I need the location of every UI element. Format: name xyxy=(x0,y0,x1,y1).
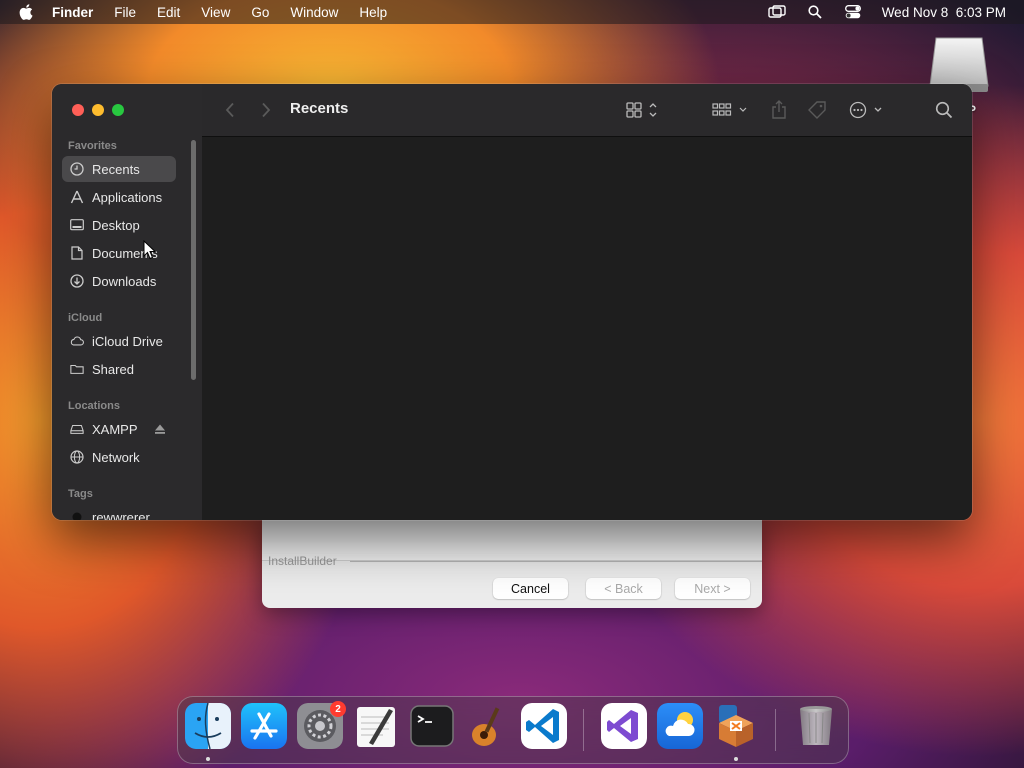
locations-header: Locations xyxy=(68,400,120,412)
icloud-header: iCloud xyxy=(68,312,103,324)
sidebar-item-label: Downloads xyxy=(92,273,157,289)
dock-visual-studio-icon[interactable] xyxy=(601,703,647,749)
sidebar-item-tag[interactable]: rewwrerer xyxy=(62,504,176,520)
dock-trash-icon[interactable] xyxy=(793,703,839,749)
installer-panel xyxy=(262,520,762,561)
dock-vscode-icon[interactable] xyxy=(521,703,567,749)
favorites-header: Favorites xyxy=(68,140,117,152)
clock-icon xyxy=(70,162,84,176)
sidebar-item-applications[interactable]: Applications xyxy=(62,184,176,210)
next-button[interactable]: Next > xyxy=(675,578,750,599)
network-icon xyxy=(70,450,84,464)
sidebar-item-label: Shared xyxy=(92,361,134,377)
search-icon[interactable] xyxy=(934,98,954,122)
menu-app-name[interactable]: Finder xyxy=(52,5,93,20)
window-title: Recents xyxy=(290,100,349,117)
shared-folder-icon xyxy=(70,362,84,376)
finder-sidebar: Favorites Recents Applications Desktop D… xyxy=(52,84,203,520)
view-mode-grid-icon[interactable] xyxy=(626,98,660,122)
mouse-cursor-icon xyxy=(143,239,157,260)
dock-textedit-icon[interactable] xyxy=(353,703,399,749)
cloud-icon xyxy=(70,334,84,348)
menu-help[interactable]: Help xyxy=(359,5,387,20)
sidebar-item-label: rewwrerer xyxy=(92,509,150,521)
dock: 2 xyxy=(177,696,849,764)
dock-terminal-icon[interactable] xyxy=(409,703,455,749)
installer-brand: InstallBuilder xyxy=(268,554,337,568)
tags-header: Tags xyxy=(68,488,93,500)
running-indicator xyxy=(206,757,210,761)
dock-garageband-icon[interactable] xyxy=(465,703,511,749)
drive-icon xyxy=(70,422,84,436)
document-icon xyxy=(70,246,84,260)
sidebar-item-label: Recents xyxy=(92,161,140,177)
notification-badge: 2 xyxy=(330,701,346,717)
forward-chevron-icon[interactable] xyxy=(256,100,276,120)
menu-bar: Finder File Edit View Go Window Help Wed… xyxy=(0,0,1024,24)
download-icon xyxy=(70,274,84,288)
menu-view[interactable]: View xyxy=(201,5,230,20)
cancel-button[interactable]: Cancel xyxy=(493,578,568,599)
sidebar-item-recents[interactable]: Recents xyxy=(62,156,176,182)
sidebar-scrollbar[interactable] xyxy=(191,140,196,380)
sidebar-item-xampp[interactable]: XAMPP xyxy=(62,416,176,442)
sidebar-item-label: Desktop xyxy=(92,217,140,233)
group-by-icon[interactable] xyxy=(712,98,750,122)
screen-mirroring-icon[interactable] xyxy=(767,5,786,19)
dock-xampp-icon[interactable] xyxy=(713,703,759,749)
sidebar-item-label: Network xyxy=(92,449,140,465)
minimize-window-button[interactable] xyxy=(92,104,104,116)
more-actions-icon[interactable] xyxy=(849,98,887,122)
back-chevron-icon[interactable] xyxy=(220,100,240,120)
dock-finder-icon[interactable] xyxy=(185,703,231,749)
desktop-icon xyxy=(70,218,84,232)
share-icon[interactable] xyxy=(769,98,789,122)
menu-file[interactable]: File xyxy=(114,5,136,20)
dock-separator xyxy=(775,709,776,751)
sidebar-item-label: iCloud Drive xyxy=(92,333,163,349)
finder-toolbar: Recents xyxy=(202,84,972,137)
window-controls xyxy=(72,104,124,116)
installer-divider xyxy=(350,561,762,562)
menu-go[interactable]: Go xyxy=(251,5,269,20)
dock-app-store-icon[interactable] xyxy=(241,703,287,749)
spotlight-search-icon[interactable] xyxy=(806,5,824,19)
control-center-icon[interactable] xyxy=(844,5,862,19)
close-window-button[interactable] xyxy=(72,104,84,116)
applications-icon xyxy=(70,190,84,204)
tag-icon[interactable] xyxy=(806,98,828,122)
running-indicator xyxy=(734,757,738,761)
sidebar-item-shared[interactable]: Shared xyxy=(62,356,176,382)
menu-edit[interactable]: Edit xyxy=(157,5,180,20)
eject-icon[interactable] xyxy=(154,423,166,435)
finder-content-area[interactable] xyxy=(202,137,972,520)
sidebar-item-network[interactable]: Network xyxy=(62,444,176,470)
sidebar-item-downloads[interactable]: Downloads xyxy=(62,268,176,294)
sidebar-item-documents[interactable]: Documents xyxy=(62,240,176,266)
tag-dot-icon xyxy=(70,510,84,520)
sidebar-item-label: Applications xyxy=(92,189,163,205)
sidebar-item-icloud-drive[interactable]: iCloud Drive xyxy=(62,328,176,354)
sidebar-item-desktop[interactable]: Desktop xyxy=(62,212,176,238)
finder-window: Favorites Recents Applications Desktop D… xyxy=(52,84,972,520)
menu-window[interactable]: Window xyxy=(290,5,338,20)
installer-dialog: InstallBuilder Cancel < Back Next > xyxy=(262,520,762,608)
back-button[interactable]: < Back xyxy=(586,578,661,599)
dock-separator xyxy=(583,709,584,751)
dock-weather-icon[interactable] xyxy=(657,703,703,749)
sidebar-item-label: XAMPP xyxy=(92,421,138,437)
maximize-window-button[interactable] xyxy=(112,104,124,116)
apple-menu-icon[interactable] xyxy=(18,4,34,20)
menu-clock[interactable]: Wed Nov 8 6:03 PM xyxy=(882,5,1006,20)
